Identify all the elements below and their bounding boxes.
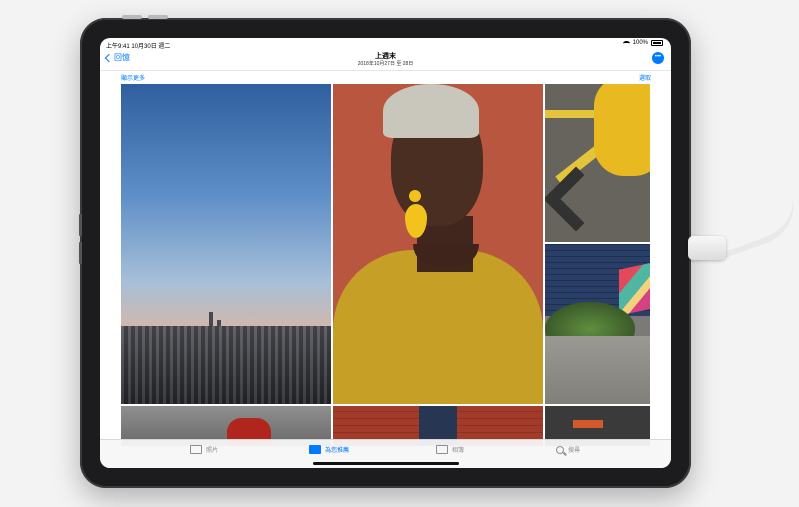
tab-label: 相簿: [452, 448, 465, 454]
side-button: [79, 214, 82, 236]
usb-c-connector: [688, 236, 726, 260]
battery-icon: [651, 40, 663, 46]
tab-label: 搜尋: [568, 448, 581, 454]
more-button[interactable]: •••: [652, 52, 664, 64]
wifi-icon: [622, 40, 630, 46]
photo-detail-sidewalk: [545, 336, 650, 404]
photo-detail-grass: [545, 302, 635, 336]
photo-city-sunset[interactable]: [121, 84, 331, 404]
tab-photos[interactable]: 照片: [190, 445, 218, 454]
photo-yellow-car[interactable]: [545, 84, 650, 242]
photo-brick-wall[interactable]: [545, 244, 650, 404]
photo-portrait[interactable]: [333, 84, 543, 404]
memory-subbar: 顯示更多 選取: [100, 70, 671, 82]
navigation-bar: 回憶 上週末 2018年10月27日 至 28日 •••: [100, 48, 671, 70]
tab-search[interactable]: 搜尋: [556, 445, 580, 454]
side-button-2: [79, 242, 82, 264]
search-icon: [556, 445, 564, 454]
page-subtitle: 2018年10月27日 至 28日: [357, 61, 414, 67]
ellipsis-icon: •••: [654, 54, 662, 60]
albums-icon: [436, 445, 448, 454]
battery-percent: 100%: [632, 40, 648, 46]
tab-label: 為您推薦: [325, 448, 350, 454]
status-right: 100%: [622, 40, 663, 46]
show-more-link[interactable]: 顯示更多: [121, 73, 145, 82]
home-indicator[interactable]: [313, 462, 459, 465]
volume-button-down: [148, 15, 168, 19]
photo-detail-shirt: [333, 250, 543, 404]
select-button[interactable]: 選取: [639, 73, 651, 82]
photo-detail-hair: [383, 84, 479, 138]
photo-detail-city: [121, 326, 331, 404]
photo-detail-earring: [409, 190, 421, 202]
tab-for-you[interactable]: 為您推薦: [309, 445, 349, 454]
tab-label: 照片: [206, 448, 219, 454]
ipad-screen: 上午9:41 10月30日 週二 100% 回憶 上週末 2018年10月27日…: [100, 38, 671, 468]
photos-icon: [190, 445, 202, 454]
photo-detail-car: [594, 84, 650, 176]
tab-albums[interactable]: 相簿: [436, 445, 464, 454]
photo-detail-figure: [573, 420, 603, 428]
for-you-icon: [309, 445, 321, 454]
volume-button-up: [122, 15, 142, 19]
